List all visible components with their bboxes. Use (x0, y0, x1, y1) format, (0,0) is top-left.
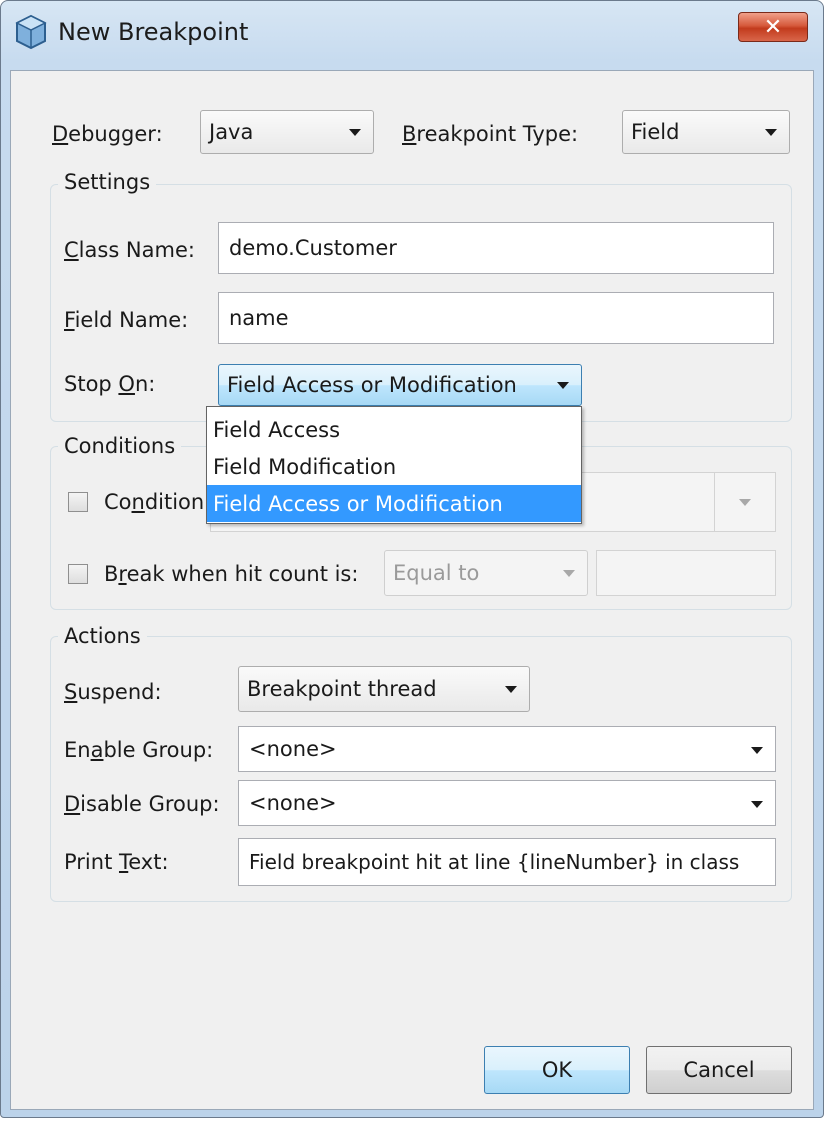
chevron-down-icon (563, 570, 575, 577)
chevron-down-icon (751, 747, 763, 754)
condition-checkbox[interactable] (68, 492, 88, 512)
chevron-down-icon (751, 801, 763, 808)
hit-count-label: Break when hit count is: (104, 562, 359, 586)
suspend-select-value: Breakpoint thread (247, 677, 437, 701)
enable-group-select[interactable]: <none> (238, 726, 776, 772)
close-icon: ✕ (763, 14, 783, 40)
stop-on-select[interactable]: Field Access or Modification (218, 364, 582, 406)
print-text-input[interactable]: Field breakpoint hit at line {lineNumber… (238, 838, 776, 886)
settings-group-title: Settings (58, 170, 157, 194)
close-button[interactable]: ✕ (738, 12, 808, 42)
hit-count-value-input[interactable] (596, 550, 776, 596)
class-name-value: demo.Customer (229, 236, 397, 260)
hit-count-operator-select[interactable]: Equal to (384, 550, 588, 596)
chevron-down-icon (505, 686, 517, 693)
field-name-value: name (229, 306, 289, 330)
chevron-down-icon (739, 499, 751, 506)
class-name-input[interactable]: demo.Customer (218, 222, 774, 274)
cancel-button[interactable]: Cancel (646, 1046, 792, 1094)
chevron-down-icon (349, 129, 361, 136)
suspend-label: Suspend: (64, 680, 162, 704)
hit-count-checkbox[interactable] (68, 564, 88, 584)
chevron-down-icon (765, 129, 777, 136)
condition-dropdown-button[interactable] (714, 472, 776, 532)
stop-on-option-field-modification[interactable]: Field Modification (207, 448, 581, 485)
stop-on-dropdown-list: Field Access Field Modification Field Ac… (206, 406, 582, 524)
stop-on-label: Stop On: (64, 372, 156, 396)
condition-label: Condition: (104, 490, 212, 514)
stop-on-option-access-or-modification[interactable]: Field Access or Modification (207, 485, 581, 522)
conditions-group-title: Conditions (58, 434, 182, 458)
enable-group-value: <none> (249, 737, 337, 761)
breakpoint-type-select-value: Field (631, 120, 680, 144)
hit-count-operator-value: Equal to (393, 561, 480, 585)
disable-group-value: <none> (249, 791, 337, 815)
breakpoint-type-label: Breakpoint Type: (402, 122, 579, 146)
window-title: New Breakpoint (58, 18, 249, 46)
disable-group-select[interactable]: <none> (238, 780, 776, 826)
stop-on-select-value: Field Access or Modification (227, 373, 517, 397)
stop-on-option-field-access[interactable]: Field Access (207, 411, 581, 448)
debugger-select-value: Java (209, 120, 254, 144)
suspend-select[interactable]: Breakpoint thread (238, 666, 530, 712)
disable-group-label: Disable Group: (64, 792, 220, 816)
ok-button[interactable]: OK (484, 1046, 630, 1094)
class-name-label: Class Name: (64, 238, 195, 262)
actions-group-title: Actions (58, 624, 147, 648)
field-name-label: Field Name: (64, 308, 189, 332)
field-name-input[interactable]: name (218, 292, 774, 344)
cube-app-icon (15, 14, 47, 50)
breakpoint-type-select[interactable]: Field (622, 110, 790, 154)
enable-group-label: Enable Group: (64, 738, 214, 762)
debugger-label: Debugger: (52, 122, 163, 146)
chevron-down-icon (557, 382, 569, 389)
debugger-select[interactable]: Java (200, 110, 374, 154)
print-text-value: Field breakpoint hit at line {lineNumber… (249, 850, 740, 874)
print-text-label: Print Text: (64, 850, 169, 874)
